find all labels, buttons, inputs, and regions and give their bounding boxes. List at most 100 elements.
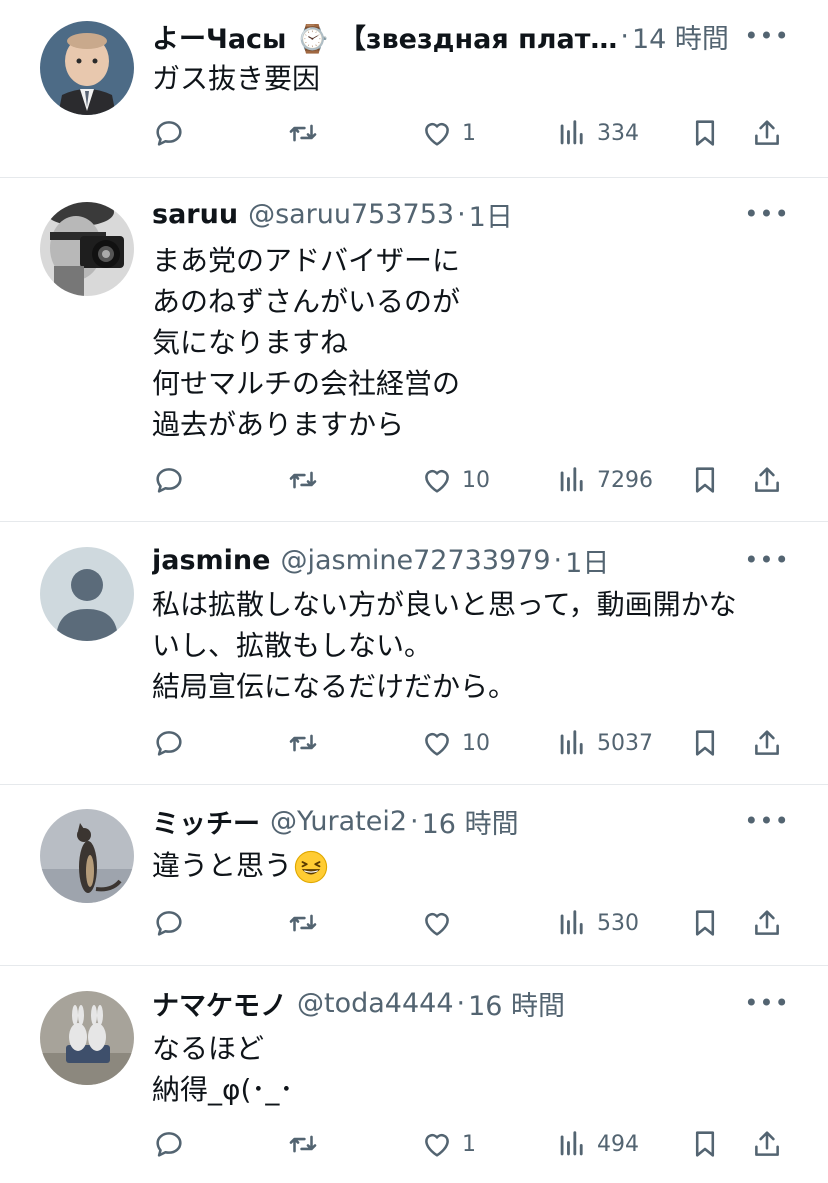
action-bar: 1 334 <box>0 109 828 157</box>
retweet-button[interactable] <box>286 456 320 504</box>
more-options-icon[interactable]: ••• <box>744 197 788 231</box>
timestamp[interactable]: 16 時間 <box>468 984 565 1023</box>
bookmark-button[interactable] <box>688 1120 722 1168</box>
like-button[interactable]: 1 <box>420 1120 476 1168</box>
reply-button[interactable] <box>152 456 186 504</box>
bar-chart-icon <box>555 463 589 497</box>
tweet-header: jasmine @jasmine72733979 · 1日 <box>152 540 768 580</box>
reply-icon <box>152 463 186 497</box>
timestamp[interactable]: 1日 <box>565 541 609 580</box>
retweet-button[interactable] <box>286 719 320 767</box>
display-name[interactable]: jasmine <box>152 545 270 576</box>
avatar[interactable] <box>40 809 134 903</box>
retweet-icon <box>286 116 320 150</box>
views-button[interactable]: 5037 <box>555 719 653 767</box>
tweet-line: あのねずさんがいるのが <box>152 285 461 318</box>
like-count: 1 <box>462 1131 476 1157</box>
retweet-button[interactable] <box>286 1120 320 1168</box>
reply-button[interactable] <box>152 109 186 157</box>
view-count: 5037 <box>597 730 653 756</box>
retweet-button[interactable] <box>286 109 320 157</box>
more-options-icon[interactable]: ••• <box>744 986 788 1020</box>
tweet-text: まあ党のアドバイザーに あのねずさんがいるのが 気になりますね 何せマルチの会社… <box>152 240 788 445</box>
reply-button[interactable] <box>152 1120 186 1168</box>
tweet-line: 私は拡散しない方が良いと思って，動画開かな <box>152 588 737 621</box>
like-button[interactable]: 10 <box>420 719 490 767</box>
like-count: 10 <box>462 467 490 493</box>
tweet-line: ガス抜き要因 <box>152 62 321 95</box>
tweet[interactable]: jasmine @jasmine72733979 · 1日 ••• 私は拡散しな… <box>0 522 828 785</box>
bookmark-button[interactable] <box>688 899 722 947</box>
bar-chart-icon <box>555 116 589 150</box>
views-button[interactable]: 494 <box>555 1120 639 1168</box>
bar-chart-icon <box>555 1127 589 1161</box>
share-icon <box>750 1127 784 1161</box>
bookmark-icon <box>688 726 722 760</box>
display-name[interactable]: よーЧасы ⌚ 【звездная плат… <box>152 17 617 56</box>
action-bar: 1 494 <box>0 1120 828 1168</box>
bar-chart-icon <box>555 726 589 760</box>
display-name[interactable]: saruu <box>152 199 238 230</box>
display-name[interactable]: ナマケモノ <box>152 984 287 1023</box>
views-button[interactable]: 334 <box>555 109 639 157</box>
heart-icon <box>420 906 454 940</box>
user-handle[interactable]: @jasmine72733979 <box>280 545 550 576</box>
avatar[interactable] <box>40 21 134 115</box>
share-button[interactable] <box>750 899 784 947</box>
bookmark-button[interactable] <box>688 109 722 157</box>
bookmark-icon <box>688 906 722 940</box>
view-count: 7296 <box>597 467 653 493</box>
bookmark-icon <box>688 116 722 150</box>
tweet-header: ナマケモノ @toda4444 · 16 時間 <box>152 983 768 1023</box>
like-button[interactable] <box>420 899 454 947</box>
tweet-header: ミッチー @Yuratei2 · 16 時間 <box>152 801 768 841</box>
tweet-line: なるほど <box>152 1032 265 1065</box>
reply-button[interactable] <box>152 899 186 947</box>
timestamp[interactable]: 14 時間 <box>632 17 729 56</box>
views-button[interactable]: 530 <box>555 899 639 947</box>
bookmark-icon <box>688 1127 722 1161</box>
views-button[interactable]: 7296 <box>555 456 653 504</box>
tweet[interactable]: よーЧасы ⌚ 【звездная плат… · 14 時間 ••• ガス抜… <box>0 0 828 178</box>
like-button[interactable]: 1 <box>420 109 476 157</box>
separator-dot: · <box>457 198 466 230</box>
share-button[interactable] <box>750 456 784 504</box>
heart-icon <box>420 116 454 150</box>
bookmark-button[interactable] <box>688 719 722 767</box>
retweet-icon <box>286 463 320 497</box>
avatar[interactable] <box>40 202 134 296</box>
tweet-header: よーЧасы ⌚ 【звездная плат… · 14 時間 <box>152 16 768 56</box>
reply-button[interactable] <box>152 719 186 767</box>
like-button[interactable]: 10 <box>420 456 490 504</box>
share-button[interactable] <box>750 109 784 157</box>
timestamp[interactable]: 1日 <box>469 195 513 234</box>
retweet-button[interactable] <box>286 899 320 947</box>
bookmark-button[interactable] <box>688 456 722 504</box>
separator-dot: · <box>410 805 419 837</box>
heart-icon <box>420 463 454 497</box>
user-handle[interactable]: @Yuratei2 <box>270 806 407 837</box>
avatar[interactable] <box>40 991 134 1085</box>
action-bar: 10 5037 <box>0 719 828 767</box>
avatar[interactable] <box>40 547 134 641</box>
tweet-text: 違うと思う <box>152 845 788 886</box>
more-options-icon[interactable]: ••• <box>744 804 788 838</box>
camera-man-avatar-image <box>40 202 134 296</box>
more-options-icon[interactable]: ••• <box>744 19 788 53</box>
tweet-header: saruu @saruu753753 · 1日 <box>152 194 768 234</box>
retweet-icon <box>286 906 320 940</box>
action-bar: 10 7296 <box>0 456 828 504</box>
tweet[interactable]: ミッチー @Yuratei2 · 16 時間 ••• 違うと思う 530 <box>0 785 828 966</box>
tweet[interactable]: saruu @saruu753753 · 1日 ••• まあ党のアドバイザーに … <box>0 178 828 522</box>
tweet-line: 過去がありますから <box>152 408 405 441</box>
user-handle[interactable]: @toda4444 <box>297 988 454 1019</box>
display-name[interactable]: ミッチー <box>152 802 260 841</box>
user-handle[interactable]: @saruu753753 <box>248 199 454 230</box>
share-button[interactable] <box>750 719 784 767</box>
more-options-icon[interactable]: ••• <box>744 543 788 577</box>
share-button[interactable] <box>750 1120 784 1168</box>
tweet[interactable]: ナマケモノ @toda4444 · 16 時間 ••• なるほど 納得_φ(･_… <box>0 966 828 1183</box>
timestamp[interactable]: 16 時間 <box>422 802 519 841</box>
bookmark-icon <box>688 463 722 497</box>
reply-icon <box>152 906 186 940</box>
